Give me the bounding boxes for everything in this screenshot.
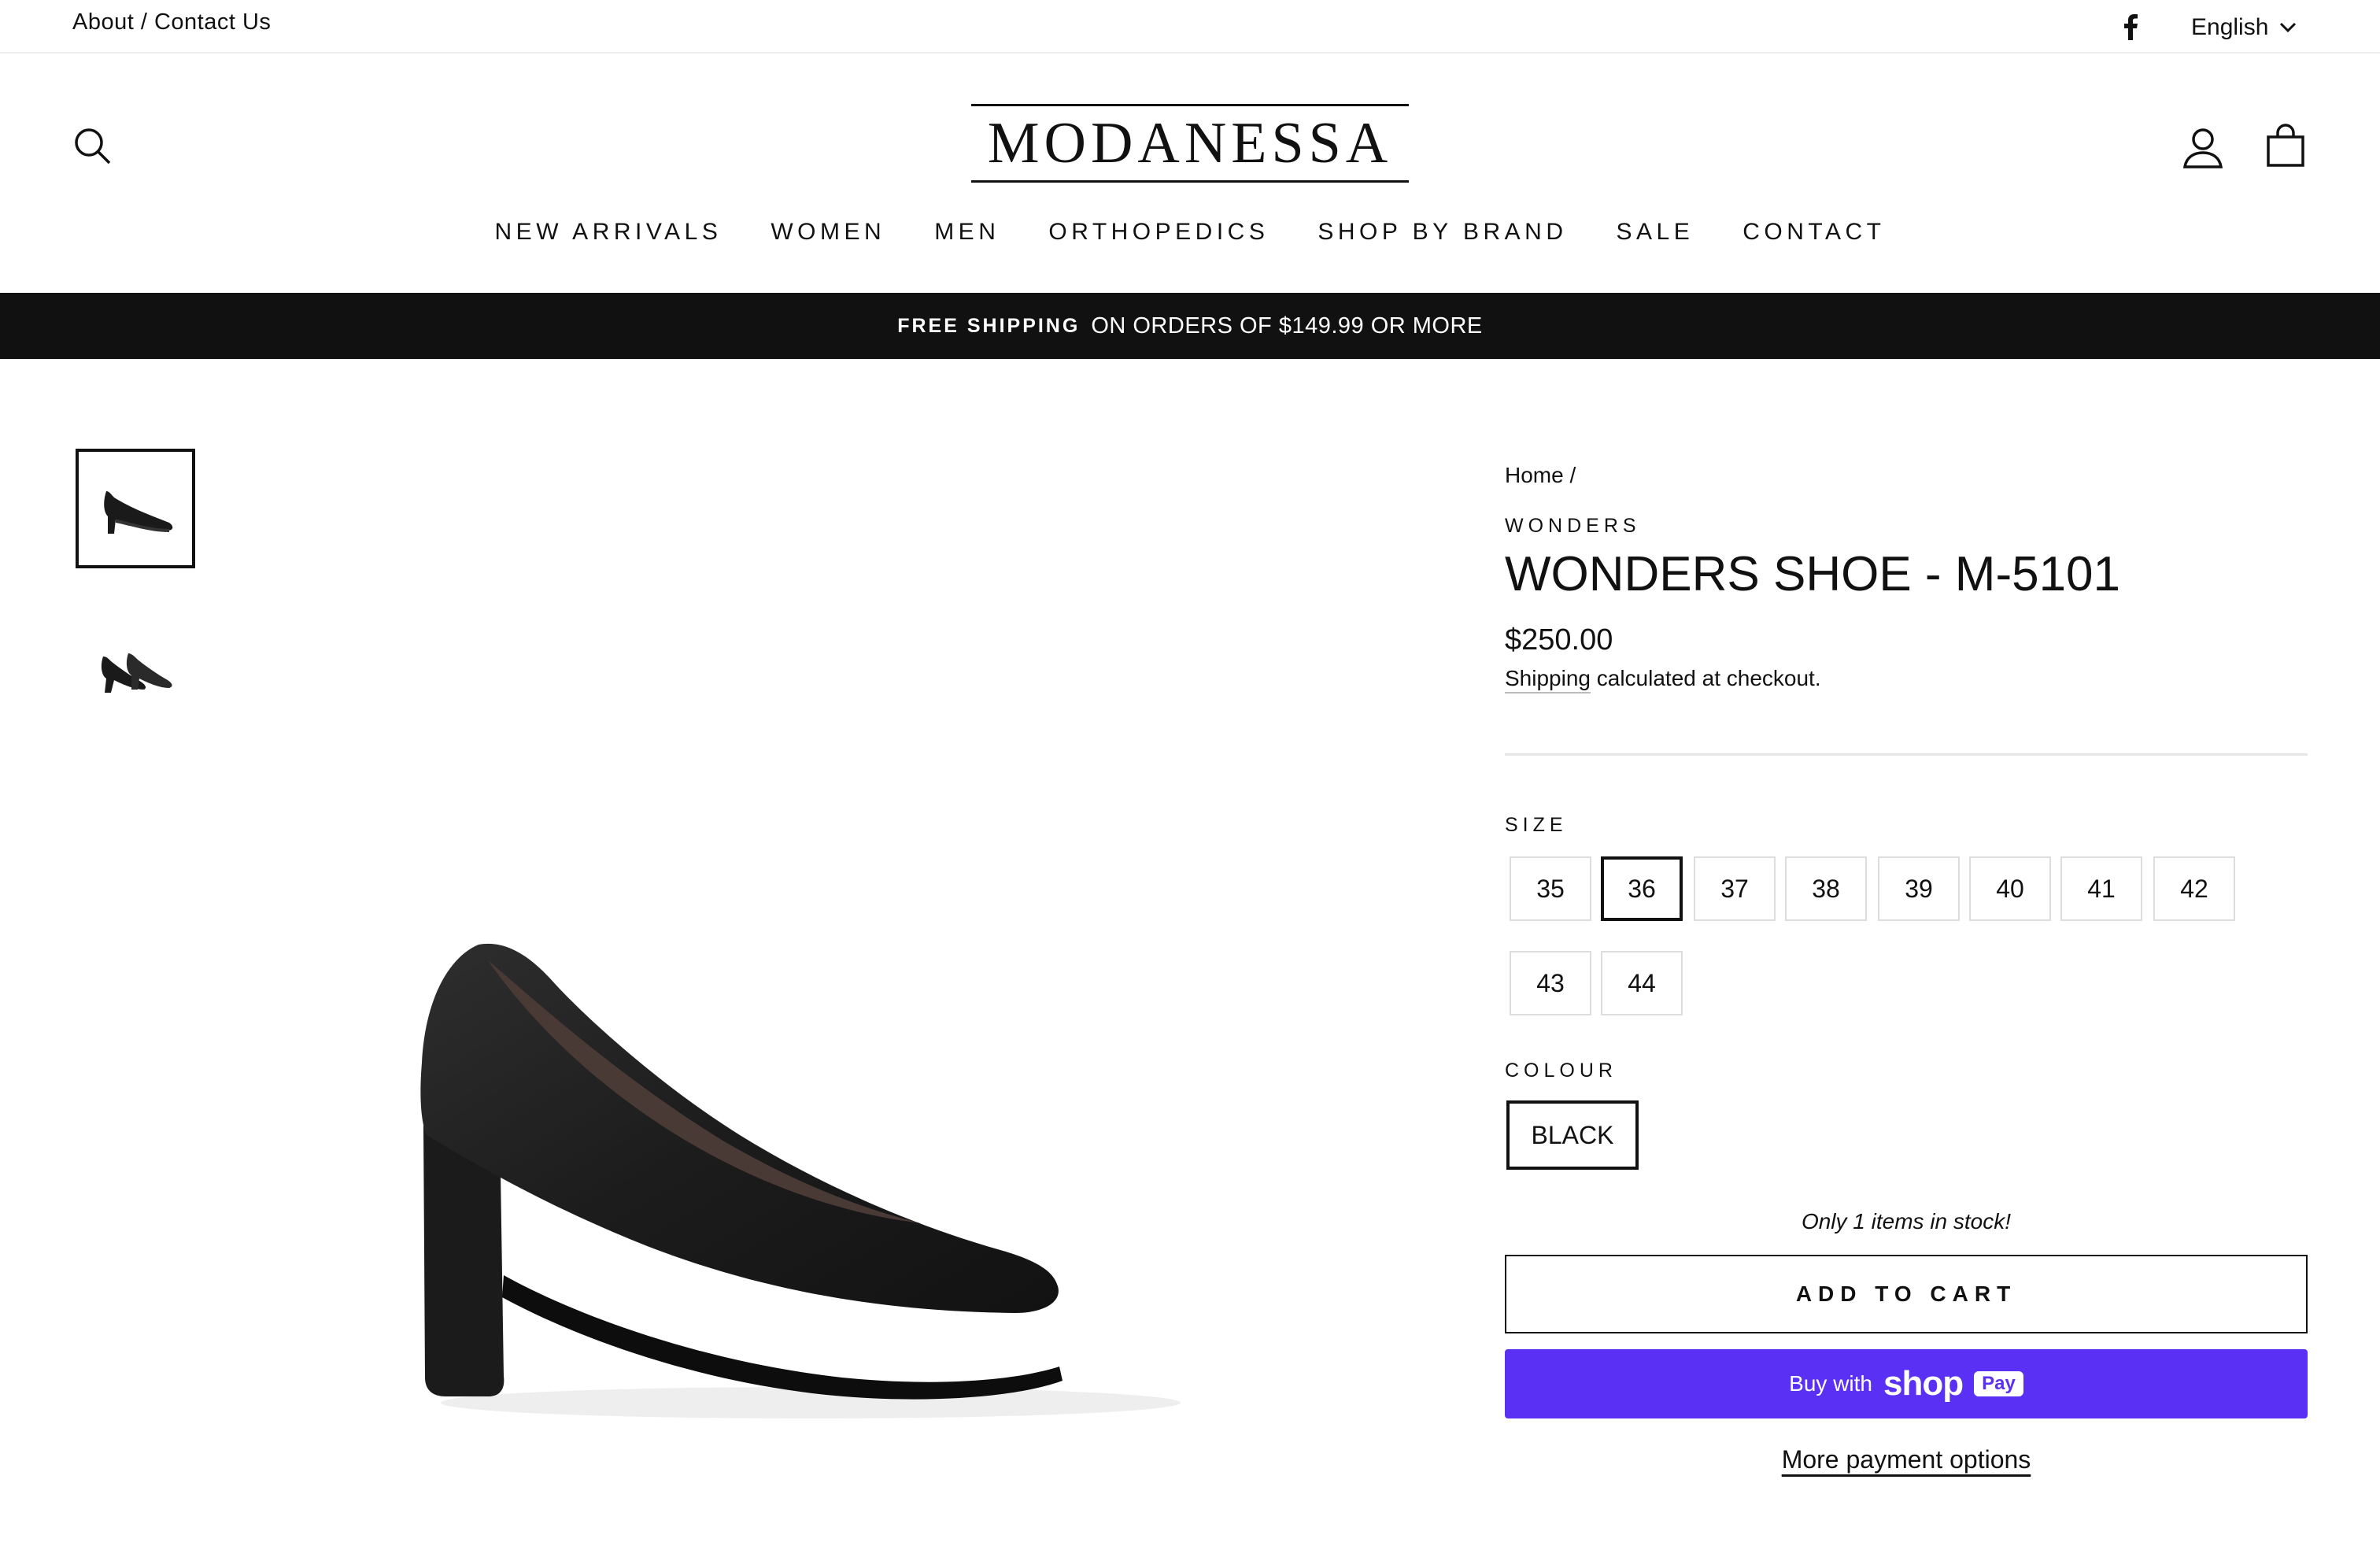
colour-option-black[interactable]: BLACK	[1506, 1100, 1639, 1170]
product-vendor: WONDERS	[1505, 515, 1641, 537]
facebook-icon[interactable]	[2117, 11, 2144, 43]
shoe-image	[420, 943, 1181, 1418]
nav-sale[interactable]: SALE	[1616, 219, 1694, 246]
size-option-39[interactable]: 39	[1878, 856, 1960, 921]
shipping-note: Shipping calculated at checkout.	[1505, 666, 1821, 691]
stock-note: Only 1 items in stock!	[1801, 1209, 2012, 1233]
product-title: WONDERS SHOE - M-5101	[1505, 547, 2121, 601]
announcement-strong: FREE SHIPPING	[897, 314, 1081, 337]
language-selector[interactable]: English	[2191, 11, 2297, 44]
nav-shop-by-brand[interactable]: SHOP BY BRAND	[1318, 219, 1567, 246]
nav-men[interactable]: MEN	[934, 219, 1000, 246]
nav-orthopedics[interactable]: ORTHOPEDICS	[1048, 219, 1269, 246]
size-option-36[interactable]: 36	[1601, 856, 1683, 921]
utility-bar: About / Contact Us English	[0, 0, 2380, 54]
size-option-35[interactable]: 35	[1510, 856, 1591, 921]
shopping-bag-icon[interactable]	[2265, 123, 2306, 168]
size-option-41[interactable]: 41	[2060, 856, 2142, 921]
shipping-link[interactable]: Shipping	[1505, 666, 1591, 690]
main-product-image[interactable]	[370, 905, 1188, 1441]
shop-pay-prefix: Buy with	[1789, 1371, 1872, 1396]
announcement-text: ON ORDERS OF $149.99 OR MORE	[1091, 313, 1483, 338]
size-option-40[interactable]: 40	[1969, 856, 2051, 921]
product-thumbnail-1[interactable]	[76, 449, 195, 568]
nav-new-arrivals[interactable]: NEW ARRIVALS	[495, 219, 722, 246]
size-option-38[interactable]: 38	[1785, 856, 1867, 921]
about-contact-link[interactable]: About / Contact Us	[72, 9, 271, 35]
size-option-42[interactable]: 42	[2153, 856, 2235, 921]
size-option-43[interactable]: 43	[1510, 951, 1591, 1015]
breadcrumb[interactable]: Home /	[1505, 463, 1576, 488]
chevron-down-icon	[2280, 22, 2297, 33]
shop-pay-button[interactable]: Buy with shop Pay	[1505, 1349, 2308, 1418]
shop-pay-logo: shop	[1883, 1364, 1964, 1403]
main-navigation: NEW ARRIVALS WOMEN MEN ORTHOPEDICS SHOP …	[0, 219, 2380, 246]
product-thumbnail-2[interactable]	[76, 611, 195, 730]
size-option-37[interactable]: 37	[1694, 856, 1776, 921]
site-logo[interactable]: MODANESSA	[971, 104, 1409, 183]
product-price: $250.00	[1505, 623, 1613, 656]
shoe-thumbnail-image	[104, 491, 173, 534]
shoe-pair-thumbnail-image	[101, 653, 172, 693]
user-icon[interactable]	[2182, 126, 2224, 170]
shipping-note-text: calculated at checkout.	[1590, 666, 1821, 690]
announcement-bar: FREE SHIPPING ON ORDERS OF $149.99 OR MO…	[0, 293, 2380, 359]
more-payment-options-label: More payment options	[1781, 1445, 2031, 1474]
colour-label: COLOUR	[1505, 1060, 1617, 1082]
nav-contact[interactable]: CONTACT	[1743, 219, 1885, 246]
size-option-44[interactable]: 44	[1601, 951, 1683, 1015]
language-label: English	[2191, 14, 2269, 40]
search-icon[interactable]	[72, 126, 113, 167]
site-header: MODANESSA NEW ARRIVALS WOMEN MEN ORTHOPE…	[0, 54, 2380, 293]
add-to-cart-button[interactable]: ADD TO CART	[1505, 1255, 2308, 1333]
shop-pay-pill: Pay	[1974, 1371, 2023, 1396]
more-payment-options-link[interactable]: More payment options	[1505, 1445, 2308, 1474]
size-label: SIZE	[1505, 814, 1568, 836]
nav-women[interactable]: WOMEN	[771, 219, 885, 246]
divider	[1505, 753, 2308, 756]
